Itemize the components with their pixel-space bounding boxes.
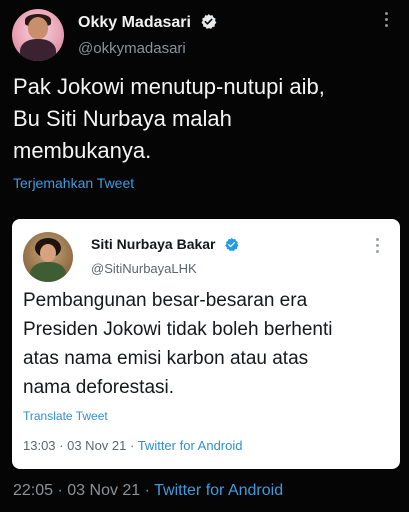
quoted-tweet-date: 03 Nov 21 — [67, 438, 127, 453]
translate-tweet-link[interactable]: Terjemahkan Tweet — [13, 175, 134, 191]
author-handle[interactable]: @okkymadasari — [78, 40, 186, 57]
verified-badge-icon — [200, 13, 217, 35]
meta-separator: · — [55, 438, 68, 453]
meta-separator: · — [53, 482, 68, 499]
author-name-row[interactable]: Okky Madasari — [78, 13, 217, 35]
tweet-source-link[interactable]: Twitter for Android — [154, 482, 283, 499]
author-name[interactable]: Okky Madasari — [78, 14, 191, 31]
quoted-author-name-row[interactable]: Siti Nurbaya Bakar — [91, 236, 239, 255]
quoted-tweet-card[interactable]: Siti Nurbaya Bakar @SitiNurbayaLHK Pemba… — [12, 219, 400, 469]
quoted-translate-tweet-link[interactable]: Translate Tweet — [23, 409, 108, 423]
tweet-time: 22:05 — [13, 482, 54, 499]
more-options-icon[interactable] — [374, 238, 380, 254]
tweet-meta: 22:05 · 03 Nov 21 · Twitter for Android — [13, 482, 283, 500]
meta-separator: · — [140, 482, 155, 499]
tweet-date: 03 Nov 21 — [67, 482, 141, 499]
verified-badge-icon — [224, 237, 239, 255]
avatar-body — [20, 39, 56, 61]
quoted-author-name[interactable]: Siti Nurbaya Bakar — [91, 236, 216, 252]
quoted-author-avatar[interactable] — [23, 232, 73, 282]
avatar-body — [30, 262, 66, 282]
more-options-icon[interactable] — [383, 12, 389, 30]
tweet-text: Pak Jokowi menutup-nutupi aib, Bu Siti N… — [13, 74, 325, 163]
quoted-tweet-text: Pembangunan besar-besaran era Presiden J… — [23, 290, 333, 398]
quoted-tweet-source-link[interactable]: Twitter for Android — [138, 438, 243, 453]
meta-separator: · — [126, 438, 138, 453]
quoted-author-handle[interactable]: @SitiNurbayaLHK — [91, 261, 197, 276]
author-avatar[interactable] — [12, 9, 64, 61]
quoted-tweet-meta: 13:03 · 03 Nov 21 · Twitter for Android — [23, 438, 242, 453]
quoted-tweet-time: 13:03 — [23, 438, 56, 453]
avatar-face — [28, 17, 48, 39]
avatar-face — [40, 244, 56, 262]
